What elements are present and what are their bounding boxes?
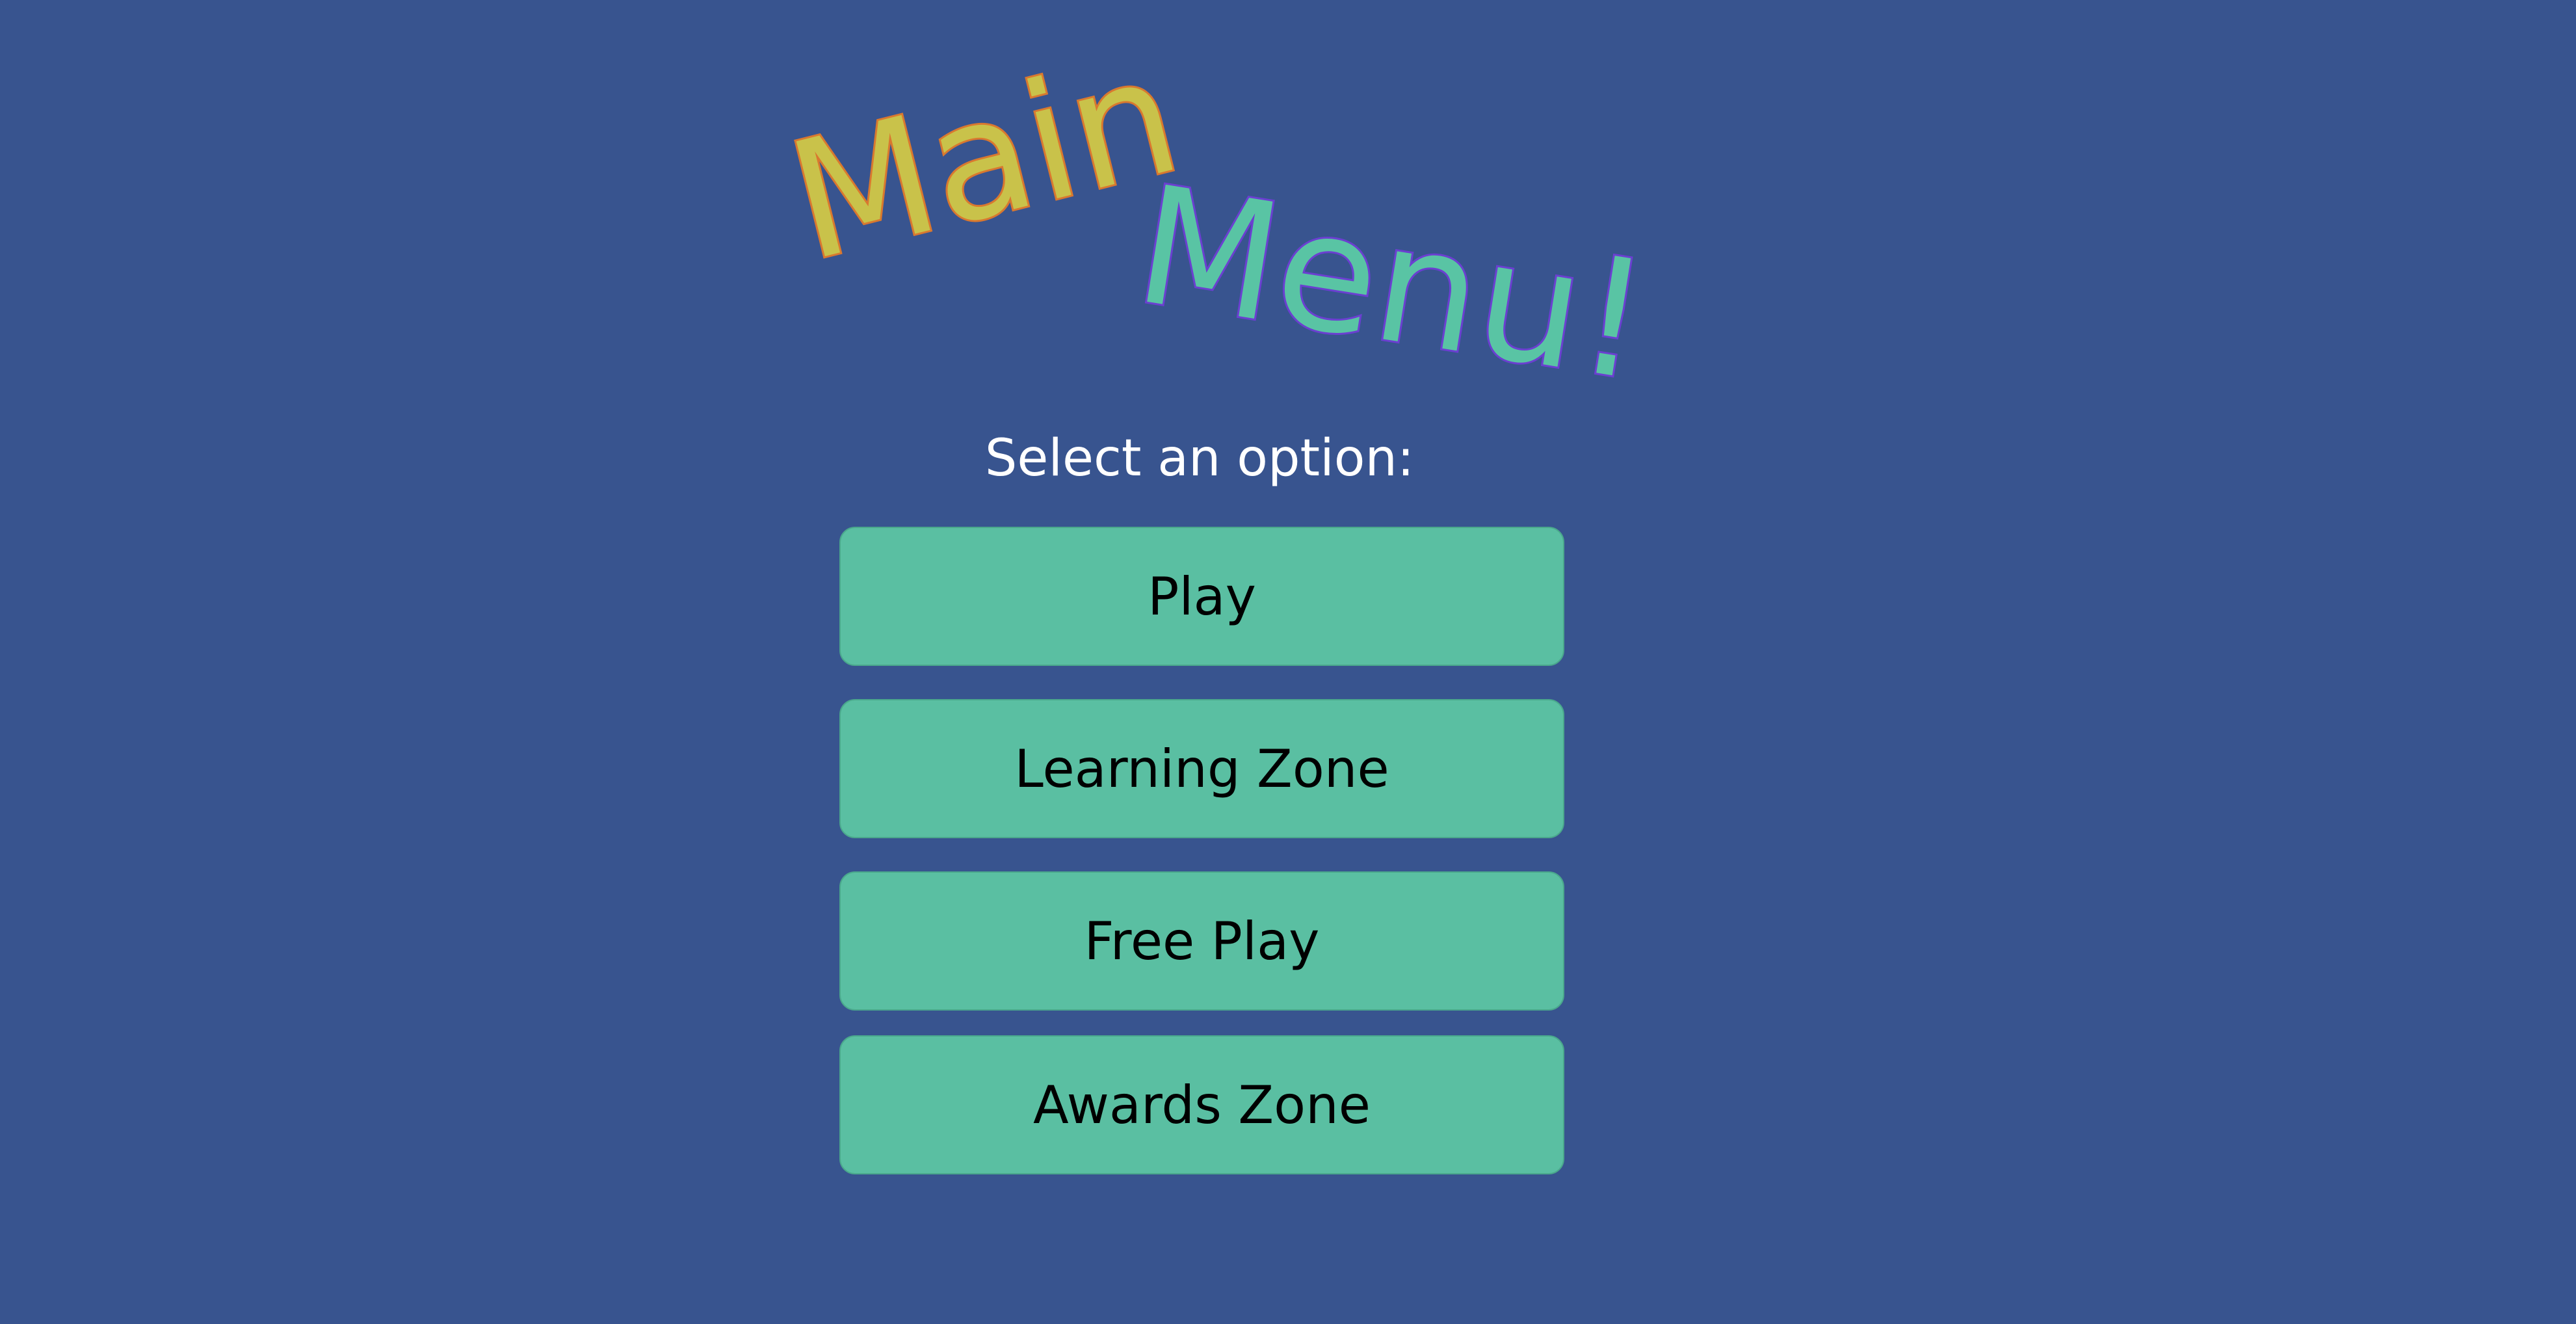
select-option-prompt: Select an option: — [984, 429, 1415, 488]
play-button[interactable]: Play — [839, 527, 1564, 666]
title-word-menu: Menu! — [1125, 150, 1660, 417]
title-word-main: Main — [773, 20, 1195, 298]
title-logo: Main Menu! — [771, 18, 1662, 419]
learning-zone-button[interactable]: Learning Zone — [839, 699, 1564, 838]
free-play-button[interactable]: Free Play — [839, 871, 1564, 1011]
awards-zone-button[interactable]: Awards Zone — [839, 1035, 1564, 1174]
